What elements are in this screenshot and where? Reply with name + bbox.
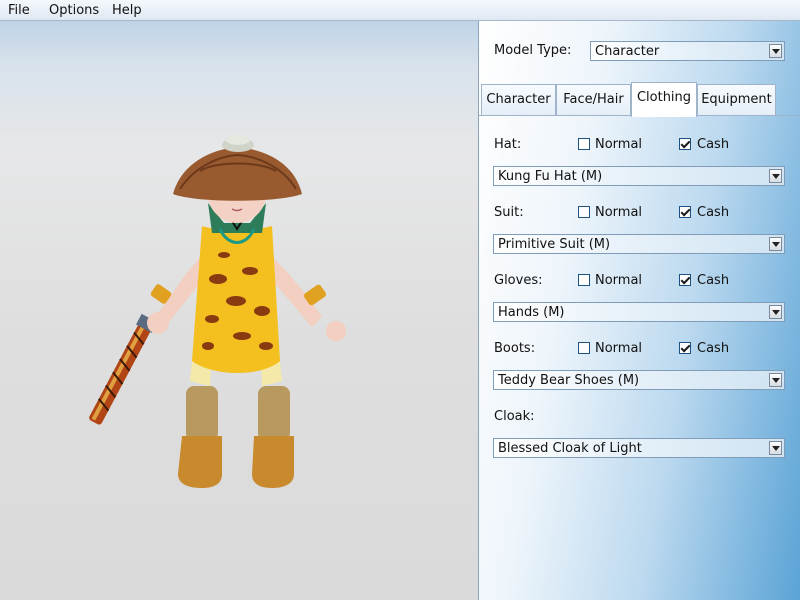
model-type-select[interactable]: Character — [590, 41, 785, 61]
cloak-label: Cloak: — [494, 409, 535, 424]
chevron-down-icon[interactable] — [769, 237, 782, 251]
boots-select[interactable]: Teddy Bear Shoes (M) — [493, 370, 785, 390]
chevron-down-icon[interactable] — [769, 44, 782, 58]
gloves-cash-checkbox[interactable] — [679, 274, 691, 286]
boots-label: Boots: — [494, 341, 536, 356]
gloves-value: Hands (M) — [498, 305, 565, 320]
hat-label: Hat: — [494, 137, 522, 152]
suit-select[interactable]: Primitive Suit (M) — [493, 234, 785, 254]
hat-normal-label: Normal — [595, 137, 643, 152]
tab-face-hair[interactable]: Face/Hair — [556, 84, 631, 116]
chevron-down-icon[interactable] — [769, 373, 782, 387]
menu-file[interactable]: File — [8, 3, 30, 18]
character-model — [89, 135, 346, 488]
suit-value: Primitive Suit (M) — [498, 237, 611, 252]
chevron-down-icon[interactable] — [769, 169, 782, 183]
gloves-normal-label: Normal — [595, 273, 643, 288]
tab-clothing[interactable]: Clothing — [631, 82, 697, 117]
gloves-cash-label: Cash — [697, 273, 730, 288]
sword-weapon — [89, 313, 158, 425]
boots-cash-checkbox[interactable] — [679, 342, 691, 354]
menu-options[interactable]: Options — [49, 3, 99, 18]
cloak-select[interactable]: Blessed Cloak of Light — [493, 438, 785, 458]
menu-bar: File Options Help — [0, 0, 800, 21]
hat-cash-label: Cash — [697, 137, 730, 152]
gloves-label: Gloves: — [494, 273, 543, 288]
tab-character[interactable]: Character — [481, 84, 556, 116]
hat-select[interactable]: Kung Fu Hat (M) — [493, 166, 785, 186]
model-type-value: Character — [595, 44, 660, 59]
cloak-value: Blessed Cloak of Light — [498, 441, 642, 456]
boots-normal-label: Normal — [595, 341, 643, 356]
suit-cash-label: Cash — [697, 205, 730, 220]
suit-label: Suit: — [494, 205, 524, 220]
suit-normal-label: Normal — [595, 205, 643, 220]
gloves-select[interactable]: Hands (M) — [493, 302, 785, 322]
suit-cash-checkbox[interactable] — [679, 206, 691, 218]
hat-normal-checkbox[interactable] — [578, 138, 590, 150]
boots-normal-checkbox[interactable] — [578, 342, 590, 354]
chevron-down-icon[interactable] — [769, 441, 782, 455]
suit-normal-checkbox[interactable] — [578, 206, 590, 218]
boots-cash-label: Cash — [697, 341, 730, 356]
hat-value: Kung Fu Hat (M) — [498, 169, 603, 184]
boots-value: Teddy Bear Shoes (M) — [498, 373, 640, 388]
tab-equipment[interactable]: Equipment — [697, 84, 776, 116]
settings-panel: Model Type: Character Character Face/Hai… — [478, 21, 800, 600]
chevron-down-icon[interactable] — [769, 305, 782, 319]
model-viewport[interactable] — [0, 21, 478, 600]
model-type-label: Model Type: — [494, 43, 572, 58]
hat-cash-checkbox[interactable] — [679, 138, 691, 150]
menu-help[interactable]: Help — [112, 3, 142, 18]
tab-bar: Character Face/Hair Clothing Equipment — [479, 82, 800, 117]
gloves-normal-checkbox[interactable] — [578, 274, 590, 286]
